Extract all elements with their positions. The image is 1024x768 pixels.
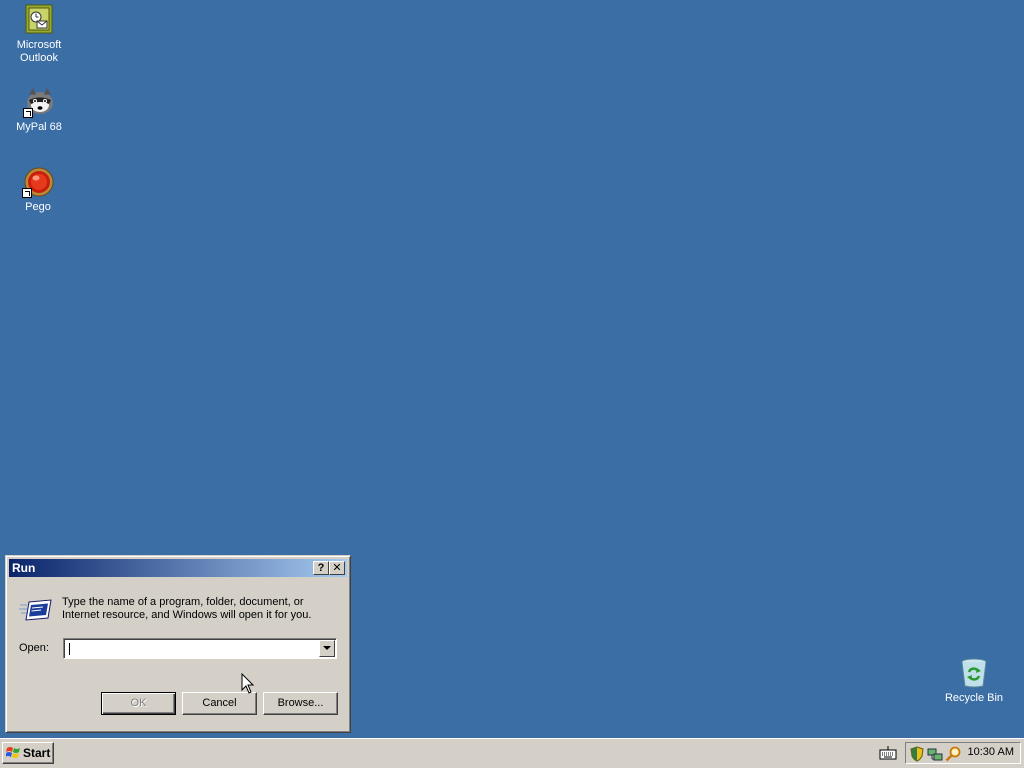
open-label: Open:	[19, 642, 49, 654]
shortcut-arrow-icon	[23, 108, 33, 118]
start-label: Start	[23, 746, 51, 760]
pego-icon	[22, 166, 54, 198]
mouse-cursor-icon	[241, 673, 255, 694]
run-program-icon	[19, 596, 53, 624]
network-icon[interactable]	[927, 746, 943, 762]
search-icon[interactable]	[945, 746, 961, 762]
recycle-bin-icon	[958, 657, 990, 689]
close-button[interactable]: ✕	[329, 561, 345, 575]
outlook-icon	[23, 4, 55, 36]
desktop-icon-label: Pego	[25, 201, 51, 213]
desktop-icon-label: Recycle Bin	[944, 692, 1004, 704]
system-tray: 10:30 AM	[905, 742, 1021, 764]
desktop-icon-mypal-68[interactable]: MyPal 68	[1, 86, 77, 134]
taskbar: Start 10:30 AM	[0, 738, 1024, 768]
desktop-icon-label: Microsoft Outlook	[16, 39, 62, 64]
desktop-icon-microsoft-outlook[interactable]: Microsoft Outlook	[1, 4, 77, 65]
cancel-button[interactable]: Cancel	[182, 692, 257, 715]
run-description: Type the name of a program, folder, docu…	[62, 596, 312, 621]
start-button[interactable]: Start	[2, 742, 54, 764]
shortcut-arrow-icon	[22, 188, 32, 198]
text-caret	[69, 643, 70, 655]
browse-button[interactable]: Browse...	[263, 692, 338, 715]
dropdown-arrow-icon[interactable]	[319, 640, 335, 657]
windows-logo-icon	[6, 747, 20, 758]
keyboard-icon[interactable]	[879, 746, 897, 760]
desktop-icon-label: MyPal 68	[16, 121, 62, 133]
clock[interactable]: 10:30 AM	[968, 746, 1014, 758]
security-shield-icon[interactable]	[909, 746, 925, 762]
dialog-title-bar[interactable]: Run ? ✕	[9, 559, 347, 577]
desktop-icon-recycle-bin[interactable]: Recycle Bin	[936, 657, 1012, 705]
dialog-title: Run	[12, 561, 36, 575]
help-button[interactable]: ?	[313, 561, 329, 575]
run-dialog: Run ? ✕ Type the name of a program, fold…	[5, 555, 351, 733]
ok-button[interactable]: OK	[101, 692, 176, 715]
open-combobox[interactable]	[63, 638, 337, 659]
desktop-icon-pego[interactable]: Pego	[0, 166, 76, 214]
open-input[interactable]	[67, 641, 315, 656]
open-label-text: Open:	[19, 642, 49, 654]
raccoon-icon	[23, 86, 55, 118]
